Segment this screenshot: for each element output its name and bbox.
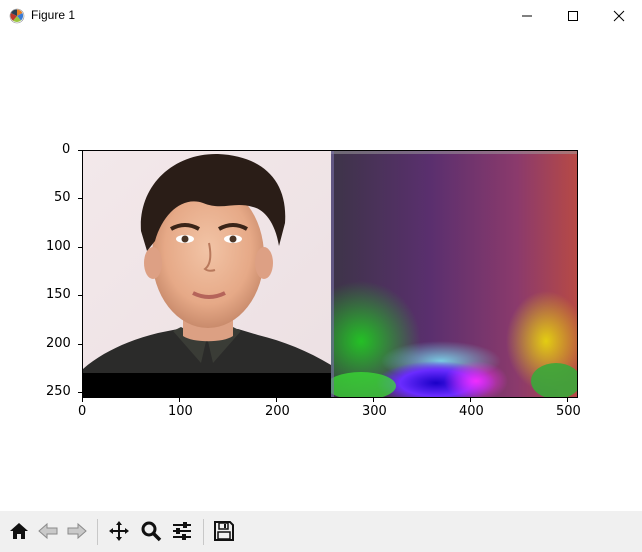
y-tick-label: 200 — [46, 336, 71, 351]
x-tick-label: 200 — [265, 404, 290, 419]
x-tick-label: 0 — [78, 404, 87, 419]
y-tick-label: 0 — [62, 142, 71, 157]
minimize-icon — [522, 15, 532, 16]
y-tick-mark — [78, 344, 82, 345]
zoom-icon — [141, 521, 162, 542]
x-tick-mark — [373, 398, 374, 402]
figure-window: Figure 1 0 50 100 150 200 250 0 100 200 … — [0, 0, 642, 552]
x-tick-label: 300 — [362, 404, 387, 419]
navigation-toolbar — [0, 511, 642, 552]
y-tick-mark — [78, 295, 82, 296]
matplotlib-logo-icon — [9, 8, 25, 24]
forward-button[interactable] — [63, 517, 91, 545]
y-tick-label: 100 — [46, 239, 71, 254]
maximize-icon — [568, 10, 578, 21]
pan-icon — [109, 521, 129, 541]
forward-arrow-icon — [67, 522, 87, 540]
x-tick-mark — [567, 398, 568, 402]
image-axes[interactable] — [82, 150, 578, 398]
x-tick-label: 400 — [459, 404, 484, 419]
toolbar-separator — [203, 519, 204, 545]
home-button[interactable] — [5, 517, 33, 545]
y-tick-label: 150 — [46, 287, 71, 302]
toolbar-separator — [97, 519, 98, 545]
y-tick-mark — [78, 150, 82, 151]
back-arrow-icon — [38, 522, 58, 540]
y-tick-label: 250 — [46, 384, 71, 399]
close-button[interactable] — [596, 0, 642, 31]
subplots-icon — [173, 522, 191, 540]
back-button[interactable] — [34, 517, 62, 545]
close-icon — [613, 10, 625, 21]
save-icon — [214, 521, 234, 541]
title-bar: Figure 1 — [0, 0, 642, 31]
maximize-button[interactable] — [550, 0, 596, 31]
y-tick-mark — [78, 392, 82, 393]
portrait-image — [83, 151, 331, 397]
y-tick-mark — [78, 247, 82, 248]
y-tick-label: 50 — [54, 190, 71, 205]
y-tick-mark — [78, 198, 82, 199]
subplots-button[interactable] — [168, 517, 196, 545]
save-button[interactable] — [210, 517, 238, 545]
zoom-button[interactable] — [137, 517, 165, 545]
home-icon — [10, 523, 28, 539]
pan-button[interactable] — [105, 517, 133, 545]
x-tick-label: 500 — [556, 404, 581, 419]
window-title: Figure 1 — [31, 8, 76, 22]
x-tick-label: 100 — [168, 404, 193, 419]
x-tick-mark — [82, 398, 83, 402]
x-tick-mark — [470, 398, 471, 402]
x-tick-mark — [179, 398, 180, 402]
minimize-button[interactable] — [504, 0, 550, 31]
colormap-image — [331, 151, 577, 397]
x-tick-mark — [276, 398, 277, 402]
